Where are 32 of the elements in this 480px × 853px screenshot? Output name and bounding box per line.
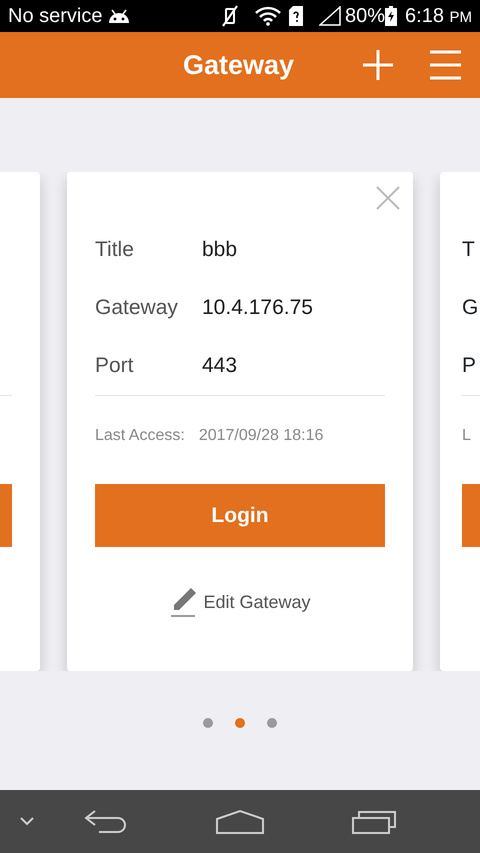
app-title: Gateway xyxy=(183,48,294,82)
recents-icon[interactable] xyxy=(351,808,397,834)
signal-icon xyxy=(318,6,341,26)
battery-charging-icon xyxy=(385,6,398,26)
field-label: G xyxy=(462,295,478,322)
field-label: Title xyxy=(95,237,135,264)
last-access-value: 2017/09/28 18:16 xyxy=(198,426,324,446)
chevron-down-icon[interactable] xyxy=(20,817,34,826)
vibrate-off-icon xyxy=(220,5,239,27)
sim-card-icon xyxy=(288,6,303,26)
field-label: Port xyxy=(95,353,135,380)
field-label: T xyxy=(462,237,475,264)
plus-icon[interactable] xyxy=(362,49,394,81)
field-label: P xyxy=(462,353,476,380)
edit-gateway-link[interactable]: Edit Gateway xyxy=(163,585,317,619)
clock-text: 6:18 PM xyxy=(405,4,472,29)
wifi-icon xyxy=(254,6,281,26)
field-value: 443 xyxy=(202,353,238,380)
close-icon[interactable] xyxy=(376,186,400,210)
carrier-text: No service xyxy=(8,4,102,29)
home-icon[interactable] xyxy=(215,808,265,834)
menu-icon[interactable] xyxy=(430,50,462,80)
last-access-label: L xyxy=(462,426,471,446)
last-access-label: Last Access: xyxy=(95,426,185,446)
android-icon xyxy=(107,8,132,24)
field-value: bbb xyxy=(202,237,238,264)
field-value: 10.4.176.75 xyxy=(202,295,313,322)
page-dot[interactable] xyxy=(235,718,245,728)
page-dot[interactable] xyxy=(267,718,277,728)
field-label: Gateway xyxy=(95,295,179,322)
battery-text: 80% xyxy=(344,4,386,29)
page-dot[interactable] xyxy=(203,718,213,728)
